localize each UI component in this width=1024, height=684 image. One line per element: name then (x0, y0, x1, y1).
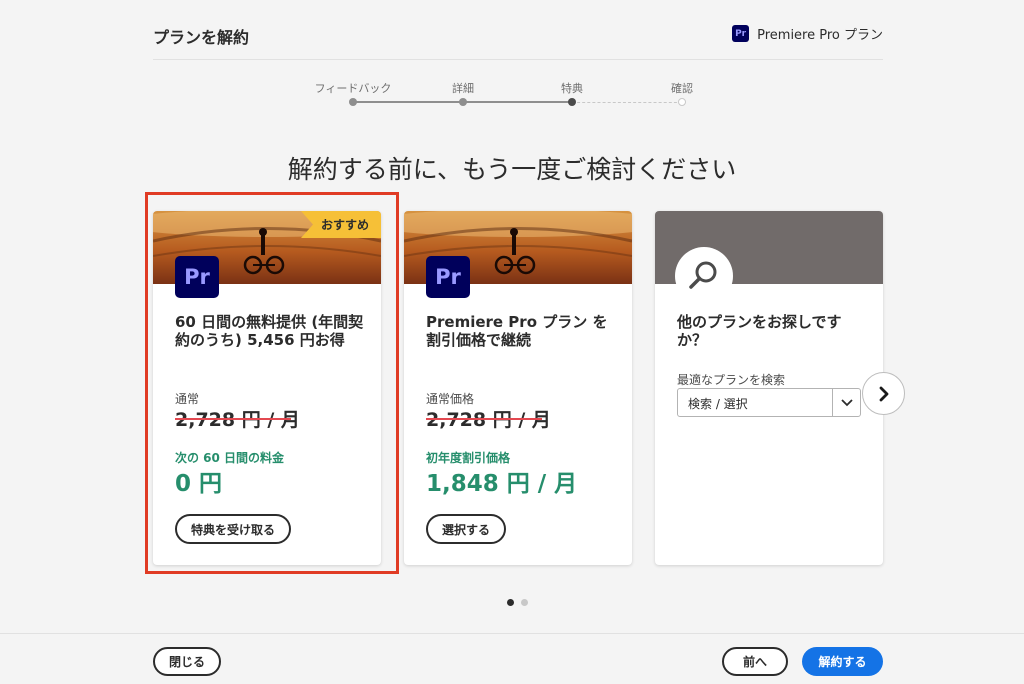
step-label-offer: 特典 (561, 82, 583, 95)
progress-stepper: フィードバック 詳細 特典 確認 (0, 78, 1024, 108)
step-dot-details (459, 98, 467, 106)
pager-dot[interactable] (521, 599, 528, 606)
plan-search-dropdown[interactable]: 検索 / 選択 (677, 388, 861, 417)
footer-bar: 閉じる 前へ 解約する (0, 633, 1024, 684)
step-label-confirm: 確認 (671, 82, 693, 95)
offer-card-discount[interactable]: Pr Premiere Pro プラン を割引価格で継続 通常価格 2,728 … (404, 211, 632, 565)
card-title: 他のプランをお探しですか？ (677, 313, 842, 350)
plan-name: Premiere Pro プラン (757, 28, 883, 43)
main-heading: 解約する前に、もう一度ご検討ください (287, 155, 737, 184)
page-header: プランを解約 Pr Premiere Pro プラン (153, 0, 883, 60)
step-label-feedback: フィードバック (314, 82, 392, 95)
step-dot-feedback (349, 98, 357, 106)
chevron-right-icon (879, 386, 888, 401)
close-button[interactable]: 閉じる (153, 647, 221, 676)
chevron-down-icon[interactable] (832, 389, 860, 416)
magnifier-glyph (689, 261, 717, 289)
page-title: プランを解約 (153, 28, 250, 47)
select-offer-button[interactable]: 選択する (426, 514, 507, 544)
selection-highlight (145, 192, 399, 574)
strikethrough (426, 418, 542, 420)
cancel-plan-button[interactable]: 解約する (802, 647, 883, 676)
search-icon (675, 247, 733, 305)
premiere-pro-icon: Pr (732, 25, 750, 42)
step-dot-offer (568, 98, 576, 106)
other-plans-card: 他のプランをお探しですか？ 最適なプランを検索 検索 / 選択 (655, 211, 883, 565)
pager-dot-active[interactable] (507, 599, 514, 606)
offer-price: 1,848 円 / 月 (426, 471, 578, 497)
card-title: Premiere Pro プラン を割引価格で継続 (426, 313, 608, 350)
back-button[interactable]: 前へ (722, 647, 788, 676)
premiere-pro-icon: Pr (426, 256, 470, 298)
carousel-next-button[interactable] (862, 372, 905, 415)
step-label-details: 詳細 (452, 82, 474, 95)
step-connector (353, 101, 463, 103)
step-dot-confirm (678, 98, 686, 106)
step-connector (463, 101, 572, 103)
dropdown-value: 検索 / 選択 (688, 397, 748, 411)
plan-indicator: Pr Premiere Pro プラン (732, 24, 883, 43)
step-connector (572, 102, 682, 103)
dropdown-label: 最適なプランを検索 (677, 373, 786, 387)
